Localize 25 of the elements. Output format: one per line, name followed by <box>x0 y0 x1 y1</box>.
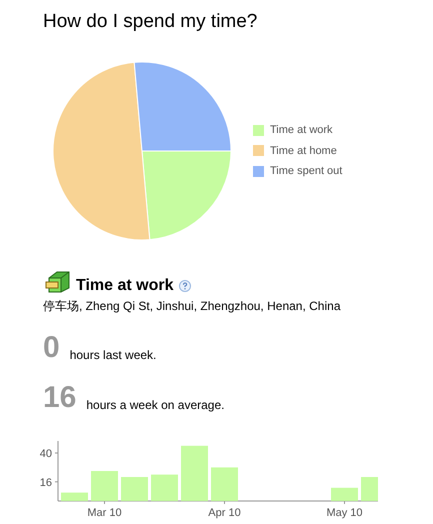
stat-value: 16 <box>43 382 76 413</box>
stat-label: hours a week on average. <box>86 398 224 411</box>
y-tick-label: 16 <box>40 476 52 489</box>
legend-label: Time at home <box>270 144 337 158</box>
address-text: 停车场, Zheng Qi St, Jinshui, Zhengzhou, Henan, China <box>43 298 342 315</box>
bar <box>181 446 208 501</box>
bar <box>151 474 178 501</box>
legend-label: Time spent out <box>270 164 342 179</box>
bar <box>211 467 238 501</box>
legend-label: Time at work <box>270 123 333 138</box>
stat-value: 0 <box>43 332 60 363</box>
cabinet-icon <box>45 270 71 294</box>
stat-label: hours last week. <box>70 348 156 361</box>
help-icon[interactable] <box>178 280 191 292</box>
section-title: Time at work <box>76 278 174 294</box>
bar <box>331 488 358 501</box>
bar <box>91 470 118 501</box>
x-tick-label: Apr 10 <box>208 506 241 519</box>
bar <box>61 492 88 501</box>
page-title: How do I spend my time? <box>43 10 258 34</box>
x-tick-label: Mar 10 <box>87 506 122 519</box>
bar <box>361 476 378 501</box>
x-tick-label: May 10 <box>326 506 363 519</box>
y-tick-label: 40 <box>40 448 52 460</box>
bar <box>121 476 148 501</box>
